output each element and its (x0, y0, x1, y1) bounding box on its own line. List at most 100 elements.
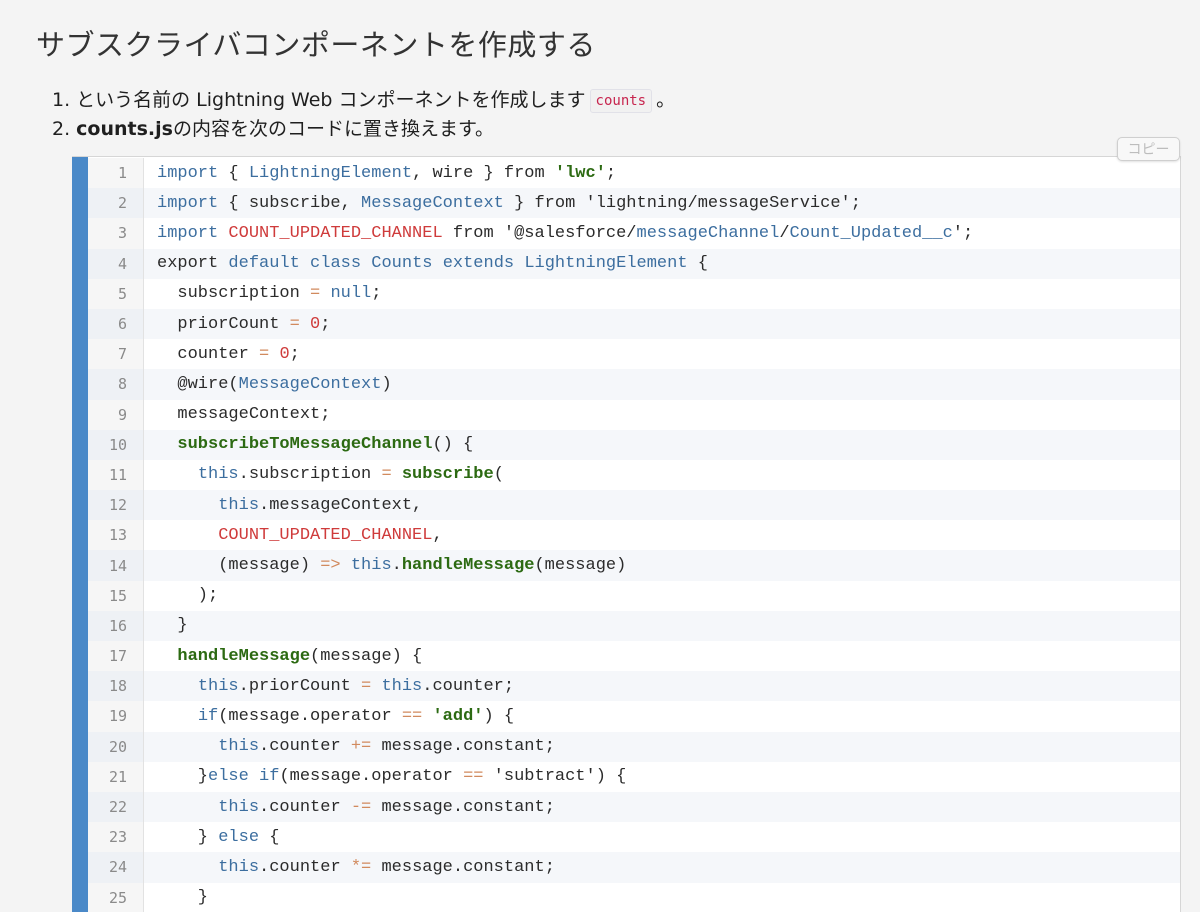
line-number: 25 (88, 882, 144, 912)
code-text: import { LightningElement, wire } from '… (144, 164, 616, 183)
code-token: { (687, 254, 708, 274)
code-token: COUNT_UPDATED_CHANNEL (218, 525, 433, 545)
step-item: 2. counts.js の内容を次のコードに置き換えます。 (52, 115, 675, 144)
code-line: 1 import { LightningElement, wire } from … (88, 158, 1180, 189)
code-text: if(message.operator == 'add') { (144, 707, 514, 726)
code-token: ; (289, 344, 300, 364)
code-text: } else { (144, 827, 280, 847)
code-token: @wire( (157, 374, 239, 394)
code-text: messageContext; (144, 405, 330, 424)
code-token: , (432, 525, 443, 545)
code-token: .counter (259, 857, 351, 877)
code-token: subscription (157, 284, 311, 304)
line-number: 4 (88, 248, 144, 279)
code-line: 6 priorCount = 0; (88, 308, 1180, 340)
code-line: 10 subscribeToMessageChannel() { (88, 429, 1180, 460)
line-number: 24 (88, 852, 144, 883)
code-line: 19 if(message.operator == 'add') { (88, 701, 1180, 732)
line-number: 7 (88, 339, 144, 370)
code-text: counter = 0; (144, 344, 300, 364)
code-text: (message) => this.handleMessage(message) (144, 556, 626, 575)
line-number: 12 (88, 490, 144, 521)
line-number: 6 (88, 308, 144, 340)
code-line: 12 this.messageContext, (88, 490, 1180, 521)
code-token: => (320, 556, 341, 576)
steps-list: 1. という名前の Lightning Web コンポーネントを作成します co… (52, 86, 675, 144)
line-number: 19 (88, 701, 144, 732)
code-text: import COUNT_UPDATED_CHANNEL from '@sale… (144, 224, 973, 243)
code-token: message.constant; (371, 797, 555, 817)
code-block: 1 import { LightningElement, wire } from … (72, 156, 1181, 912)
code-text: }else if(message.operator == 'subtract')… (144, 767, 627, 787)
page-title: サブスクライバコンポーネントを作成する (36, 28, 596, 62)
code-token: (message.operator (279, 767, 464, 787)
code-line: 21 }else if(message.operator == 'subtrac… (88, 761, 1180, 792)
line-number: 21 (88, 761, 144, 792)
code-text: ); (144, 586, 218, 605)
code-token: COUNT_UPDATED_CHANNEL (228, 223, 443, 243)
code-token: this (218, 495, 260, 515)
code-token: / (779, 223, 790, 243)
code-token: priorCount (157, 314, 290, 334)
file-name: counts.js (76, 118, 173, 140)
code-token: LightningElement (248, 163, 413, 183)
code-token: subscribeToMessageChannel (177, 435, 433, 455)
code-token: if (259, 767, 280, 787)
code-text: export default class Counts extends Ligh… (144, 254, 708, 273)
code-token: == (463, 767, 484, 787)
line-number: 11 (88, 459, 144, 491)
code-token: ; (605, 163, 617, 183)
line-number: 16 (88, 610, 144, 641)
line-number: 17 (88, 641, 144, 672)
code-token: import (157, 163, 219, 183)
code-token: export (157, 254, 229, 274)
code-line: 2 import { subscribe, MessageContext } fr… (88, 188, 1180, 219)
code-token: MessageContext (238, 374, 382, 394)
line-number: 18 (88, 671, 144, 702)
copy-button[interactable]: コピー (1117, 137, 1180, 161)
code-text: import { subscribe, MessageContext } fro… (144, 194, 861, 213)
step-item: 1. という名前の Lightning Web コンポーネントを作成します co… (52, 86, 675, 115)
code-text: } (144, 616, 187, 635)
code-token: = (259, 344, 270, 364)
code-token: .counter; (422, 676, 515, 696)
code-token: ) (381, 374, 392, 394)
code-line: 23 } else { (88, 822, 1180, 853)
code-token: .priorCount (238, 676, 362, 696)
code-line: 11 this.subscription = subscribe( (88, 459, 1180, 491)
code-token: message.constant; (371, 857, 555, 877)
code-text: this.messageContext, (144, 496, 422, 515)
code-token: (message.operator (218, 706, 402, 726)
code-token: = (361, 676, 372, 696)
code-text: this.counter -= message.constant; (144, 798, 555, 817)
line-number: 2 (88, 188, 144, 219)
code-token: this (197, 676, 239, 696)
code-token: counter (157, 344, 260, 364)
code-token: == (401, 706, 423, 726)
code-token: *= (350, 857, 372, 877)
code-text: this.counter *= message.constant; (144, 858, 555, 877)
code-token: { (259, 827, 280, 847)
code-token: { subscribe, (218, 193, 362, 213)
code-token: 'add' (432, 706, 484, 726)
code-token: .messageContext, (259, 495, 423, 515)
code-lines: 1 import { LightningElement, wire } from … (88, 158, 1180, 912)
code-token: null (330, 284, 372, 304)
code-text: priorCount = 0; (144, 315, 330, 334)
code-token: else (218, 827, 260, 847)
code-token: = (310, 284, 321, 304)
code-token: = (381, 465, 392, 485)
